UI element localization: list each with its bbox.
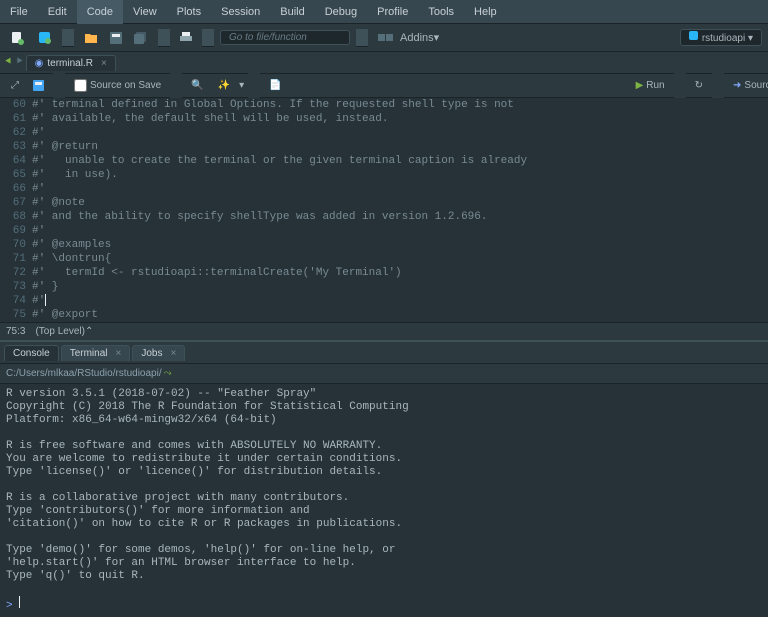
save-button[interactable] bbox=[106, 30, 126, 46]
run-button[interactable]: ▶ Run bbox=[631, 79, 670, 92]
console-tab-console[interactable]: Console bbox=[4, 345, 59, 361]
save-source[interactable] bbox=[28, 79, 49, 92]
compile-icon[interactable]: 📄 bbox=[264, 79, 286, 92]
console-output[interactable]: R version 3.5.1 (2018-07-02) -- "Feather… bbox=[0, 384, 768, 617]
console-pane: ConsoleTerminal ×Jobs × C:/Users/mlkaa/R… bbox=[0, 340, 768, 617]
open-file-button[interactable] bbox=[80, 30, 102, 46]
save-all-button[interactable] bbox=[130, 30, 152, 46]
console-path: C:/Users/mlkaa/RStudio/rstudioapi/ ⤳ bbox=[0, 364, 768, 384]
source-nav-back[interactable]: ⯇ bbox=[4, 56, 13, 69]
menu-tools[interactable]: Tools bbox=[418, 0, 464, 24]
menu-help[interactable]: Help bbox=[464, 0, 507, 24]
source-tab-terminal[interactable]: ◉ terminal.R × bbox=[26, 55, 116, 71]
menu-debug[interactable]: Debug bbox=[315, 0, 367, 24]
source-nav-fwd[interactable]: ⯈ bbox=[15, 56, 24, 69]
menu-profile[interactable]: Profile bbox=[367, 0, 418, 24]
main-toolbar: Go to file/function Addins ▾ rstudioapi … bbox=[0, 24, 768, 52]
source-tabs: ⯇ ⯈ ◉ terminal.R × bbox=[0, 52, 768, 74]
console-tab-jobs[interactable]: Jobs × bbox=[132, 345, 185, 361]
rfile-icon: ◉ bbox=[35, 58, 44, 69]
menu-view[interactable]: View bbox=[123, 0, 167, 24]
rerun-button[interactable]: ↻ bbox=[690, 79, 708, 92]
menu-edit[interactable]: Edit bbox=[38, 0, 77, 24]
addins-button[interactable]: Addins ▾ bbox=[374, 29, 443, 46]
menu-plots[interactable]: Plots bbox=[167, 0, 211, 24]
source-button[interactable]: ➜ Source ▾ bbox=[728, 79, 768, 92]
source-statusbar: 75:3 (Top Level) ⌃ R Script ⌃ bbox=[0, 322, 768, 340]
source-on-save[interactable]: Source on Save bbox=[69, 78, 166, 93]
close-tab-icon[interactable]: × bbox=[101, 58, 107, 69]
new-project-button[interactable] bbox=[34, 29, 56, 47]
scope[interactable]: (Top Level) bbox=[35, 326, 84, 337]
console-tab-terminal[interactable]: Terminal × bbox=[61, 345, 131, 361]
menu-build[interactable]: Build bbox=[270, 0, 314, 24]
source-toolbar: ⤢ Source on Save 🔍 ✨▾ 📄 ▶ Run ↻ ➜ Source… bbox=[0, 74, 768, 98]
print-button[interactable] bbox=[176, 30, 196, 46]
wand-icon[interactable]: ✨ bbox=[213, 79, 235, 92]
console-tabs: ConsoleTerminal ×Jobs × bbox=[0, 342, 768, 364]
goto-file-input[interactable]: Go to file/function bbox=[220, 30, 350, 45]
menubar: FileEditCodeViewPlotsSessionBuildDebugPr… bbox=[0, 0, 768, 24]
code-editor[interactable]: 6061626364656667686970717273747576777879… bbox=[0, 98, 768, 322]
project-selector[interactable]: rstudioapi ▾ bbox=[680, 29, 762, 46]
menu-code[interactable]: Code bbox=[77, 0, 123, 24]
menu-file[interactable]: File bbox=[0, 0, 38, 24]
show-in-new-window[interactable]: ⤢ bbox=[6, 79, 24, 92]
find-icon[interactable]: 🔍 bbox=[186, 79, 208, 92]
new-file-button[interactable] bbox=[6, 29, 30, 47]
menu-session[interactable]: Session bbox=[211, 0, 270, 24]
cursor-position: 75:3 bbox=[6, 326, 25, 337]
